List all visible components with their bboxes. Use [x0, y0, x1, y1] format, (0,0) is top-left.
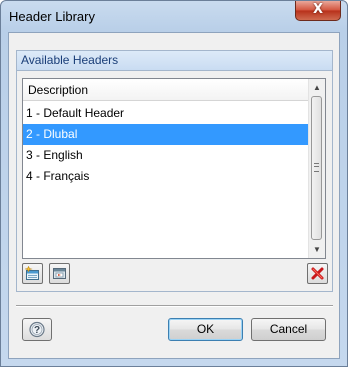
delete-icon: [311, 267, 324, 280]
list-item[interactable]: 4 - Français: [23, 166, 308, 187]
column-header-description[interactable]: Description: [23, 79, 308, 101]
import-header-icon: [53, 268, 66, 279]
new-header-button[interactable]: [22, 263, 43, 284]
footer-divider: [16, 305, 333, 307]
group-title: Available Headers: [17, 51, 332, 71]
list-item[interactable]: 1 - Default Header: [23, 103, 308, 124]
delete-header-button[interactable]: [307, 263, 328, 284]
grip-icon: [314, 163, 319, 172]
title-bar[interactable]: Header Library X: [1, 1, 347, 31]
ok-button[interactable]: OK: [168, 318, 243, 341]
help-button[interactable]: ?: [22, 318, 52, 341]
close-icon: X: [312, 2, 324, 17]
help-icon: ?: [29, 321, 45, 338]
list-rows: 1 - Default Header 2 - Dlubal 3 - Englis…: [23, 103, 308, 187]
available-headers-group: Available Headers Description 1 - Defaul…: [16, 50, 333, 292]
list-item[interactable]: 3 - English: [23, 145, 308, 166]
vertical-scrollbar[interactable]: ▲ ▼: [308, 79, 325, 258]
headers-list[interactable]: Description 1 - Default Header 2 - Dluba…: [22, 78, 326, 259]
import-header-button[interactable]: [49, 263, 70, 284]
window-title: Header Library: [9, 9, 95, 24]
scroll-thumb[interactable]: [311, 96, 322, 240]
scroll-up-arrow-icon[interactable]: ▲: [309, 79, 325, 96]
scroll-down-arrow-icon[interactable]: ▼: [309, 241, 325, 258]
cancel-button[interactable]: Cancel: [251, 318, 326, 341]
close-button[interactable]: X: [295, 1, 341, 21]
list-item-selected[interactable]: 2 - Dlubal: [23, 124, 308, 145]
new-header-icon: [25, 266, 39, 280]
svg-text:?: ?: [34, 325, 40, 336]
